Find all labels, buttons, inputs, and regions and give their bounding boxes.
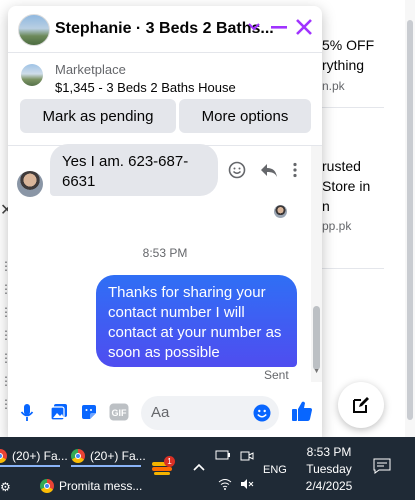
bg-item-2-line1: rusted xyxy=(322,158,361,174)
news-widget-icon[interactable]: 1 xyxy=(152,456,175,476)
bg-item-1-line2: rything xyxy=(322,57,365,73)
chat-window: Stephanie · 3 Beds 2 Baths... Marketplac… xyxy=(8,6,322,437)
divider xyxy=(320,268,384,269)
chat-scrollbar-thumb[interactable] xyxy=(313,306,320,370)
taskbar-tab-3-label: Promita mess... xyxy=(59,479,143,493)
camera-icon[interactable] xyxy=(240,449,254,463)
chrome-icon xyxy=(0,449,7,463)
taskbar-tab-3[interactable]: Promita mess... xyxy=(40,479,142,493)
background-feed: 5% OFF rything n.pk rusted Store in n pp… xyxy=(320,0,415,437)
chrome-icon xyxy=(40,479,54,493)
clock-day: Tuesday xyxy=(306,462,352,476)
close-chat-icon[interactable] xyxy=(294,17,314,37)
compose-icon xyxy=(353,397,369,413)
seen-indicator-avatar xyxy=(274,205,287,218)
microphone-icon[interactable] xyxy=(20,403,34,423)
chrome-icon xyxy=(71,449,85,463)
taskbar-tab-2-label: (20+) Fa... xyxy=(90,449,146,463)
bg-item-2-source: pp.pk xyxy=(322,219,352,233)
message-composer: GIF Aa xyxy=(8,389,322,437)
left-edge-dots: ⋮ ⋮ ⋮ ⋮ ⋮ ⋮ ⋮ xyxy=(0,259,12,411)
chat-title[interactable]: Stephanie · 3 Beds 2 Baths... xyxy=(55,20,274,38)
sticker-icon[interactable] xyxy=(80,403,98,421)
bg-item-1-line1: 5% OFF xyxy=(322,37,375,53)
marketplace-label: Marketplace xyxy=(55,62,126,77)
message-timestamp: 8:53 PM xyxy=(142,246,188,260)
chevron-up-icon[interactable] xyxy=(192,462,206,472)
taskbar-clock[interactable]: 8:53 PM Tuesday 2/4/2025 xyxy=(303,444,355,495)
chat-header[interactable]: Stephanie · 3 Beds 2 Baths... xyxy=(8,6,322,52)
listing-thumbnail[interactable] xyxy=(21,64,43,86)
contact-avatar[interactable] xyxy=(18,14,50,46)
react-emoji-icon[interactable] xyxy=(228,161,246,179)
new-message-button[interactable] xyxy=(338,382,384,428)
more-options-button[interactable]: More options xyxy=(179,99,311,133)
page-scrollbar-thumb[interactable] xyxy=(407,20,413,420)
gif-icon[interactable]: GIF xyxy=(109,403,129,421)
minimize-icon[interactable] xyxy=(270,17,288,37)
language-indicator[interactable]: ENG xyxy=(263,464,287,476)
bg-item-2-line3: n xyxy=(322,198,330,214)
bg-item-1-source: n.pk xyxy=(322,79,345,93)
outgoing-message-bubble[interactable]: Thanks for sharing your contact number I… xyxy=(96,275,297,367)
divider xyxy=(320,107,384,108)
taskbar-tab-1-label: (20+) Fa... xyxy=(12,449,68,463)
emoji-icon[interactable] xyxy=(253,404,271,422)
listing-title[interactable]: $1,345 - 3 Beds 2 Baths House xyxy=(55,80,236,95)
notification-center-icon[interactable] xyxy=(373,458,391,474)
message-input-placeholder: Aa xyxy=(151,404,170,421)
incoming-message-bubble[interactable]: Yes I am. 623-687-6631 xyxy=(50,144,218,196)
svg-text:GIF: GIF xyxy=(112,408,128,418)
chevron-down-icon[interactable] xyxy=(246,19,262,35)
taskbar-tab-2[interactable]: (20+) Fa... xyxy=(71,449,146,463)
sent-status: Sent xyxy=(264,368,289,382)
gallery-icon[interactable] xyxy=(50,403,68,421)
bg-item-2-line2: Store in xyxy=(322,178,371,194)
clock-date: 2/4/2025 xyxy=(305,479,353,493)
taskbar-icon-partial[interactable]: ⚙ xyxy=(0,480,11,494)
message-actions xyxy=(228,161,298,179)
taskbar-active-indicator xyxy=(71,465,141,467)
notification-badge: 1 xyxy=(164,456,175,467)
clock-time: 8:53 PM xyxy=(306,445,352,459)
battery-icon[interactable] xyxy=(215,449,231,461)
scroll-down-arrow-icon[interactable]: ▼ xyxy=(313,368,320,375)
message-input[interactable]: Aa xyxy=(141,396,279,430)
taskbar-tab-1[interactable]: (20+) Fa... xyxy=(0,449,68,463)
like-thumb-icon[interactable] xyxy=(291,400,313,422)
sender-avatar[interactable] xyxy=(17,171,43,197)
volume-muted-icon[interactable] xyxy=(240,478,254,490)
reply-icon[interactable] xyxy=(260,162,278,178)
page-scrollbar[interactable] xyxy=(405,0,415,437)
more-vertical-icon[interactable] xyxy=(292,162,298,178)
mark-as-pending-button[interactable]: Mark as pending xyxy=(20,99,176,133)
taskbar-active-indicator xyxy=(0,465,60,467)
wifi-icon[interactable] xyxy=(218,478,232,490)
